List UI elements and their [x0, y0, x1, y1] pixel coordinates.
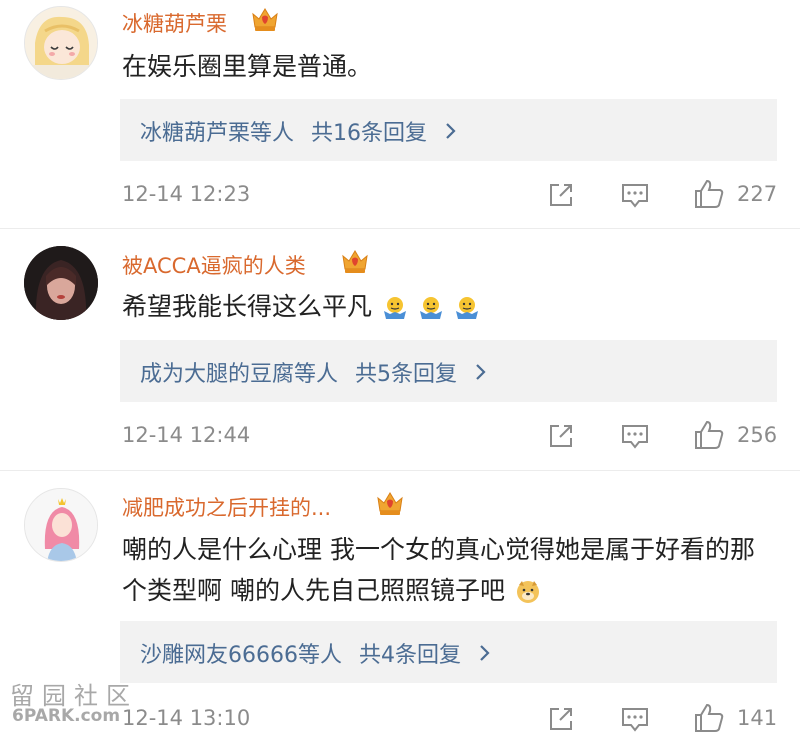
vip-crown-icon: [252, 8, 278, 31]
reply-link[interactable]: 冰糖葫芦栗等人 共16条回复: [140, 115, 456, 147]
reply-summary[interactable]: 沙雕网友66666等人 共4条回复: [120, 621, 777, 683]
avatar-photo: [24, 246, 98, 320]
share-icon[interactable]: [546, 704, 576, 734]
avatar-illustration: [25, 489, 97, 561]
comment-item: 被ACCA逼疯的人类 希望我能长得这么平凡 成为大腿的豆腐等人 共5条回复 12…: [0, 229, 800, 470]
avatar-illustration: [25, 7, 97, 79]
comment-text: 嘲的人是什么心理 我一个女的真心觉得她是属于好看的那个类型啊 嘲的人先自己照照镜…: [122, 529, 777, 611]
chevron-right-icon: [446, 123, 456, 139]
reply-link[interactable]: 沙雕网友66666等人 共4条回复: [140, 637, 490, 669]
shrug-emoji-icon: [383, 297, 406, 319]
chevron-right-icon: [476, 364, 486, 380]
username[interactable]: 冰糖葫芦栗: [122, 8, 227, 38]
share-icon[interactable]: [546, 180, 576, 210]
reply-summary[interactable]: 冰糖葫芦栗等人 共16条回复: [120, 99, 777, 161]
comment-icon[interactable]: [620, 421, 650, 451]
vip-crown-icon: [377, 492, 403, 515]
comment-text: 希望我能长得这么平凡: [122, 286, 782, 327]
thumbs-up-icon[interactable]: [693, 178, 725, 210]
reply-summary[interactable]: 成为大腿的豆腐等人 共5条回复: [120, 340, 777, 402]
reply-count: 共16条回复: [311, 121, 428, 146]
reply-users: 沙雕网友66666等人: [140, 643, 342, 668]
thumbs-up-icon[interactable]: [693, 702, 725, 734]
watermark-site: 6PARK.com: [12, 706, 121, 726]
share-icon[interactable]: [546, 421, 576, 451]
like-count: 256: [737, 423, 778, 447]
thumbs-up-icon[interactable]: [693, 419, 725, 451]
like-count: 141: [737, 706, 778, 730]
comment-icon[interactable]: [620, 180, 650, 210]
reply-count: 共4条回复: [359, 643, 461, 668]
comment-text: 在娱乐圈里算是普通。: [122, 52, 373, 81]
comment-item: 冰糖葫芦栗 在娱乐圈里算是普通。 冰糖葫芦栗等人 共16条回复 12-14 12…: [0, 0, 800, 228]
avatar[interactable]: [24, 488, 98, 562]
shrug-emoji-icon: [455, 297, 478, 319]
reply-users: 冰糖葫芦栗等人: [140, 121, 295, 146]
timestamp: 12-14 12:44: [122, 423, 251, 447]
username[interactable]: 被ACCA逼疯的人类: [122, 250, 306, 280]
comment-text-body: 希望我能长得这么平凡: [122, 292, 373, 321]
reply-users: 成为大腿的豆腐等人: [140, 362, 339, 387]
vip-crown-icon: [342, 250, 368, 273]
reply-link[interactable]: 成为大腿的豆腐等人 共5条回复: [140, 356, 486, 388]
avatar[interactable]: [24, 246, 98, 320]
doge-emoji-icon: [516, 581, 539, 603]
timestamp: 12-14 12:23: [122, 182, 251, 206]
reply-count: 共5条回复: [355, 362, 458, 387]
shrug-emoji-icon: [419, 297, 442, 319]
username[interactable]: 减肥成功之后开挂的...: [122, 492, 331, 522]
like-count: 227: [737, 182, 778, 206]
chevron-right-icon: [480, 645, 490, 661]
avatar[interactable]: [24, 6, 98, 80]
comment-text-body: 嘲的人是什么心理 我一个女的真心觉得她是属于好看的那个类型啊 嘲的人先自己照照镜…: [122, 535, 755, 605]
timestamp: 12-14 13:10: [122, 706, 251, 730]
comment-icon[interactable]: [620, 704, 650, 734]
